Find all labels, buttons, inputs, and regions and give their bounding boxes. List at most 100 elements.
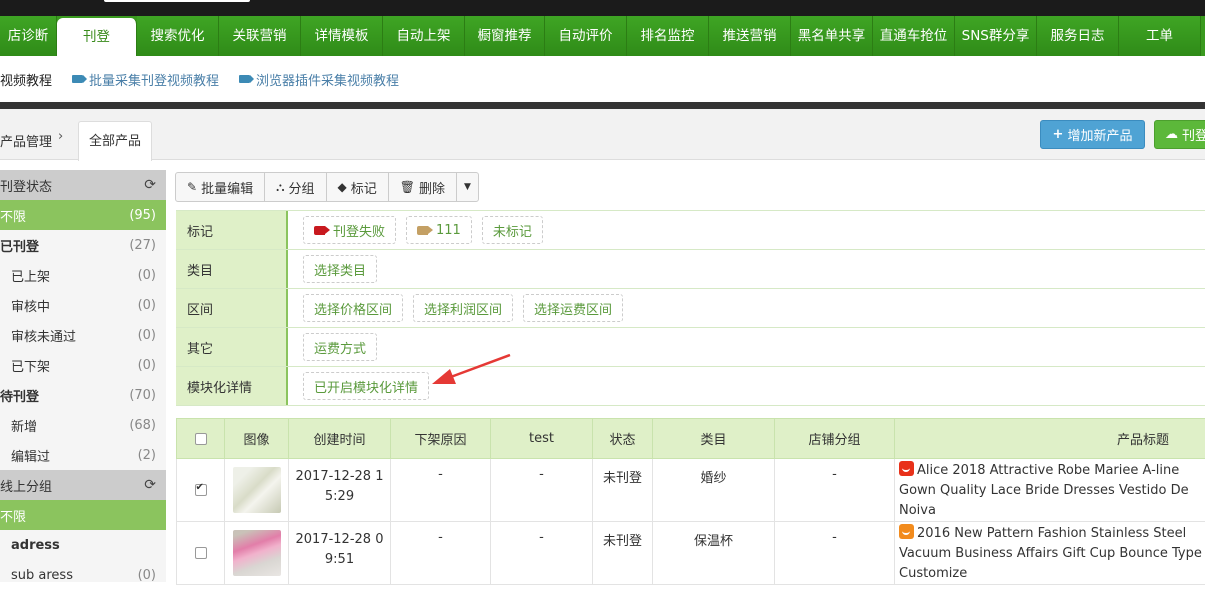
batch-collect-video-label: 批量采集刊登视频教程: [89, 70, 219, 89]
product-title[interactable]: Alice 2018 Attractive Robe Mariee A-line…: [899, 463, 1189, 518]
nav-tab-8[interactable]: 排名监控: [627, 16, 709, 56]
shop-group-cell: -: [775, 459, 895, 522]
table-row[interactable]: 2017-12-28 09:51--未刊登保温杯-2016 New Patter…: [177, 522, 1205, 585]
nav-tab-4[interactable]: 详情模板: [301, 16, 383, 56]
breadcrumb: 产品管理 › 全部产品 + 增加新产品 ☁ 刊登: [0, 109, 1205, 160]
filter-row: 区间选择价格区间选择利润区间 选择运费区间: [176, 289, 1205, 328]
refresh-icon[interactable]: ⟳: [144, 177, 156, 193]
filter-chip[interactable]: 刊登失败: [303, 216, 396, 244]
column-header[interactable]: 店铺分组: [775, 419, 895, 459]
product-thumbnail[interactable]: [233, 530, 281, 576]
column-header[interactable]: 类目: [653, 419, 775, 459]
nav-tab-1[interactable]: 刊登: [57, 18, 137, 56]
product-thumbnail[interactable]: [233, 467, 281, 513]
filter-label: 模块化详情: [176, 367, 288, 405]
status-cell: 未刊登: [593, 459, 653, 522]
column-header[interactable]: 产品标题: [895, 419, 1205, 459]
tag-icon: [417, 226, 428, 235]
product-title[interactable]: 2016 New Pattern Fashion Stainless Steel…: [899, 526, 1202, 581]
column-header[interactable]: 下架原因: [391, 419, 491, 459]
online-group-header: 线上分组 ⟳: [0, 470, 166, 500]
filter-chip[interactable]: 选择价格区间: [303, 294, 403, 322]
row-checkbox[interactable]: [195, 484, 207, 496]
nav-tab-0[interactable]: 店诊断: [0, 16, 57, 56]
sidebar-item[interactable]: 已上架(0): [0, 260, 166, 290]
sidebar-item[interactable]: 已刊登(27): [0, 230, 166, 260]
refresh-icon[interactable]: ⟳: [144, 477, 156, 493]
plugin-collect-video-link[interactable]: 浏览器插件采集视频教程: [239, 70, 399, 89]
sidebar-item-label: sub aress: [11, 568, 73, 583]
sidebar-item[interactable]: 审核中(0): [0, 290, 166, 320]
nav-tab-14[interactable]: 工单: [1119, 16, 1201, 56]
column-header[interactable]: 状态: [593, 419, 653, 459]
filter-row: 标记刊登失败 111 未标记: [176, 211, 1205, 250]
nav-tab-11[interactable]: 直通车抢位: [873, 16, 955, 56]
filter-label: 其它: [176, 328, 288, 366]
sidebar-item[interactable]: 待刊登(70): [0, 380, 166, 410]
mark-button[interactable]: ◆ 标记: [327, 173, 389, 201]
filter-chip[interactable]: 选择运费区间: [523, 294, 623, 322]
add-product-button[interactable]: + 增加新产品: [1040, 120, 1145, 149]
sidebar-item[interactable]: adress: [0, 530, 166, 560]
video-tutorial-link[interactable]: 视频教程: [0, 70, 52, 89]
sub-nav: 视频教程 批量采集刊登视频教程 浏览器插件采集视频教程: [0, 56, 1205, 102]
sidebar-item[interactable]: 新增(68): [0, 410, 166, 440]
breadcrumb-product-management[interactable]: 产品管理: [0, 131, 52, 150]
filter-label: 区间: [176, 289, 288, 327]
product-title-cell[interactable]: Alice 2018 Attractive Robe Mariee A-line…: [895, 459, 1205, 522]
more-dropdown-button[interactable]: ▼: [457, 173, 478, 201]
add-product-label: 增加新产品: [1067, 125, 1132, 144]
publish-button[interactable]: ☁ 刊登: [1154, 120, 1205, 149]
nav-tab-5[interactable]: 自动上架: [383, 16, 465, 56]
sidebar-item[interactable]: 审核未通过(0): [0, 320, 166, 350]
batch-collect-video-link[interactable]: 批量采集刊登视频教程: [72, 70, 219, 89]
filter-chip-label: 选择运费区间: [534, 299, 612, 318]
nav-tab-3[interactable]: 关联营销: [219, 16, 301, 56]
shop-group-cell: -: [775, 522, 895, 585]
sidebar-item[interactable]: 编辑过(2): [0, 440, 166, 470]
filter-chip-label: 未标记: [493, 221, 532, 240]
group-button[interactable]: ⛬ 分组: [265, 173, 326, 201]
sidebar-item[interactable]: 已下架(0): [0, 350, 166, 380]
mark-label: 标记: [351, 178, 377, 197]
sidebar-item[interactable]: 不限(95): [0, 200, 166, 230]
tag-icon: ◆: [338, 180, 347, 194]
nav-tab-13[interactable]: 服务日志: [1037, 16, 1119, 56]
column-header[interactable]: 创建时间: [289, 419, 391, 459]
column-header[interactable]: 图像: [225, 419, 289, 459]
row-checkbox[interactable]: [195, 547, 207, 559]
column-header[interactable]: test: [491, 419, 593, 459]
table-row[interactable]: 2017-12-28 15:29--未刊登婚纱-Alice 2018 Attra…: [177, 459, 1205, 522]
sidebar-item[interactable]: sub aress (0): [0, 560, 166, 590]
filter-chip[interactable]: 111: [406, 216, 472, 244]
sidebar-item-count: (0): [138, 568, 156, 583]
sidebar: 刊登状态 ⟳ 不限(95)已刊登(27)已上架(0)审核中(0)审核未通过(0)…: [0, 170, 166, 582]
filter-chip[interactable]: 运费方式: [303, 333, 377, 361]
filter-options: 已开启模块化详情: [288, 367, 1205, 405]
cloud-upload-icon: ☁: [1165, 127, 1178, 142]
sidebar-item-count: (0): [138, 298, 156, 313]
nav-tab-6[interactable]: 橱窗推荐: [465, 16, 545, 56]
sidebar-item[interactable]: 不限: [0, 500, 166, 530]
filter-label: 标记: [176, 211, 288, 249]
filter-chip[interactable]: 选择类目: [303, 255, 377, 283]
filter-row: 其它运费方式: [176, 328, 1205, 367]
filter-chip[interactable]: 已开启模块化详情: [303, 372, 429, 400]
filter-chip[interactable]: 选择利润区间: [413, 294, 513, 322]
nav-tab-10[interactable]: 黑名单共享: [791, 16, 873, 56]
select-all-checkbox[interactable]: [195, 433, 207, 445]
nav-tab-9[interactable]: 推送营销: [709, 16, 791, 56]
nav-tab-2[interactable]: 搜索优化: [137, 16, 219, 56]
online-group-list: 不限adress sub aress (0): [0, 500, 166, 590]
delete-button[interactable]: 🗑 删除: [389, 173, 457, 201]
batch-edit-button[interactable]: ✎ 批量编辑: [176, 173, 265, 201]
filter-chip-label: 已开启模块化详情: [314, 377, 418, 396]
filter-chip[interactable]: 未标记: [482, 216, 543, 244]
nav-tab-7[interactable]: 自动评价: [545, 16, 627, 56]
action-toolbar: ✎ 批量编辑 ⛬ 分组 ◆ 标记 🗑 删除 ▼: [175, 172, 479, 202]
platform-logo-icon: [899, 461, 914, 476]
product-title-cell[interactable]: 2016 New Pattern Fashion Stainless Steel…: [895, 522, 1205, 585]
sidebar-item-count: (27): [129, 238, 156, 253]
nav-tab-12[interactable]: SNS群分享: [955, 16, 1037, 56]
tab-all-products[interactable]: 全部产品: [78, 121, 152, 161]
